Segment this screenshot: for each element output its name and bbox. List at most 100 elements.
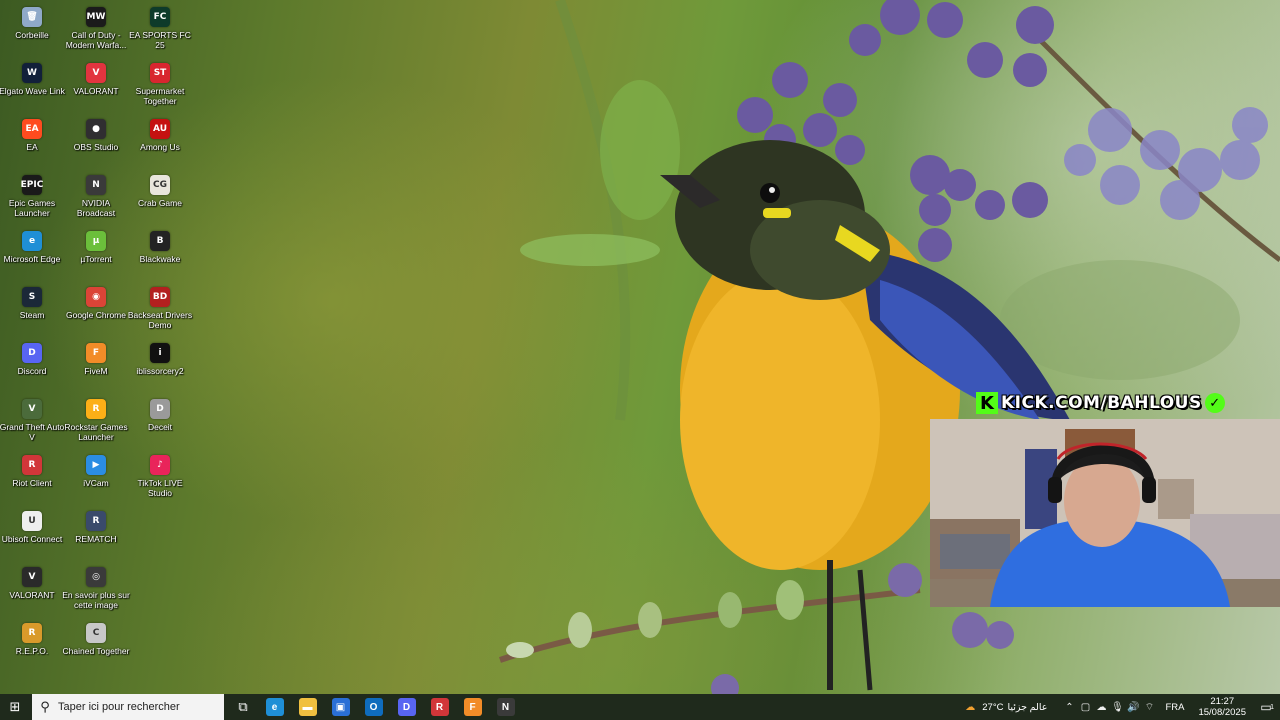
- desktop-shortcut[interactable]: 🗑 Corbeille: [0, 2, 64, 58]
- taskbar-nvidia-app[interactable]: N: [489, 694, 522, 720]
- app-icon: V: [22, 567, 42, 587]
- desktop-shortcut-label: Epic Games Launcher: [8, 198, 56, 218]
- fivem-app-icon: F: [463, 698, 482, 716]
- desktop-shortcut[interactable]: BD Backseat Drivers Demo: [128, 282, 192, 338]
- tray-app-icon[interactable]: ▢: [1077, 702, 1093, 713]
- app-icon: EA: [22, 119, 42, 139]
- app-icon: 🗑: [22, 7, 42, 27]
- task-view-button[interactable]: ⧉: [228, 694, 258, 720]
- app-icon: ◎: [86, 567, 106, 587]
- desktop-shortcut[interactable]: F FiveM: [64, 338, 128, 394]
- taskbar-riot-app[interactable]: R: [423, 694, 456, 720]
- desktop-shortcut[interactable]: EPIC Epic Games Launcher: [0, 170, 64, 226]
- desktop-shortcut[interactable]: e Microsoft Edge: [0, 226, 64, 282]
- desktop-shortcut[interactable]: ◎ En savoir plus sur cette image: [62, 562, 130, 618]
- network-icon[interactable]: ⌔: [1141, 701, 1157, 714]
- taskbar-discord-app[interactable]: D: [390, 694, 423, 720]
- nvidia-app-icon: N: [496, 698, 515, 716]
- desktop-shortcut[interactable]: U Ubisoft Connect: [0, 506, 64, 562]
- webcam-overlay: [930, 419, 1280, 607]
- desktop-shortcut[interactable]: EA EA: [0, 114, 64, 170]
- onedrive-icon[interactable]: ☁: [1093, 702, 1109, 713]
- desktop-shortcut[interactable]: AU Among Us: [128, 114, 192, 170]
- weather-temperature[interactable]: 27°C: [982, 702, 1003, 713]
- outlook-app-icon: O: [364, 698, 383, 716]
- desktop-shortcut[interactable]: D Discord: [0, 338, 64, 394]
- desktop-shortcut[interactable]: ◉ Google Chrome: [64, 282, 128, 338]
- weather-icon[interactable]: ☁: [962, 702, 978, 713]
- webcam-feed-image: [930, 419, 1280, 607]
- taskbar-file-explorer-app[interactable]: ▬: [291, 694, 324, 720]
- desktop-shortcut[interactable]: CG Crab Game: [128, 170, 192, 226]
- app-icon: ▶: [86, 455, 106, 475]
- desktop-shortcut-label: Elgato Wave Link: [0, 86, 65, 96]
- desktop-shortcut[interactable]: µ µTorrent: [64, 226, 128, 282]
- taskbar-fivem-app[interactable]: F: [456, 694, 489, 720]
- notification-center-button[interactable]: ▭ 1: [1252, 700, 1280, 714]
- desktop-shortcut-label: Microsoft Edge: [3, 254, 61, 264]
- microphone-icon[interactable]: 🎙: [1109, 702, 1125, 713]
- clock-date: 15/08/2025: [1198, 707, 1246, 718]
- desktop-shortcut[interactable]: R Rockstar Games Launcher: [64, 394, 128, 450]
- desktop-shortcut[interactable]: ♪ TikTok LIVE Studio: [128, 450, 192, 506]
- desktop-shortcut-label: Steam: [19, 310, 45, 320]
- desktop-shortcut[interactable]: MW Call of Duty - Modern Warfa...: [64, 2, 128, 58]
- desktop-shortcut[interactable]: C Chained Together: [63, 618, 129, 674]
- desktop-shortcut[interactable]: D Deceit: [128, 394, 192, 450]
- show-hidden-icons-chevron-icon[interactable]: ⌃: [1061, 702, 1077, 713]
- notification-count: 1: [1270, 704, 1274, 711]
- desktop-shortcut[interactable]: R Riot Client: [0, 450, 64, 506]
- clock[interactable]: 21:27 15/08/2025: [1198, 696, 1246, 718]
- desktop-shortcut[interactable]: V VALORANT: [0, 562, 64, 618]
- desktop-shortcut[interactable]: R REMATCH: [64, 506, 128, 562]
- app-icon: ST: [150, 63, 170, 83]
- app-icon: µ: [86, 231, 106, 251]
- desktop-shortcut[interactable]: FC EA SPORTS FC 25: [128, 2, 192, 58]
- weather-description[interactable]: عالم جزئيا: [1008, 702, 1048, 713]
- desktop-shortcut-label: Crab Game: [138, 198, 182, 208]
- app-icon: B: [150, 231, 170, 251]
- language-indicator[interactable]: FRA: [1165, 702, 1184, 713]
- desktop-shortcut-label: Backseat Drivers Demo: [127, 310, 193, 330]
- desktop-shortcut-label: REMATCH: [75, 534, 117, 544]
- desktop-shortcut[interactable]: S Steam: [0, 282, 64, 338]
- desktop-shortcut-label: iblissorcery2: [136, 366, 184, 376]
- desktop-shortcut-label: Blackwake: [139, 254, 181, 264]
- taskbar-search-box[interactable]: ⚲ Taper ici pour rechercher: [32, 694, 224, 720]
- app-icon: e: [22, 231, 42, 251]
- desktop-shortcut-label: iVCam: [83, 478, 109, 488]
- app-icon: V: [22, 399, 42, 419]
- taskbar-pinned-apps: e ▬ ▣ O D R F N: [258, 694, 522, 720]
- desktop-shortcut[interactable]: i iblissorcery2: [128, 338, 192, 394]
- desktop-shortcut[interactable]: R R.E.P.O.: [0, 618, 64, 674]
- speaker-icon[interactable]: 🔊: [1125, 702, 1141, 713]
- desktop-shortcut-label: Supermarket Together: [135, 86, 185, 106]
- app-icon: F: [86, 343, 106, 363]
- desktop-shortcut[interactable]: ST Supermarket Together: [128, 58, 192, 114]
- desktop-shortcut-label: FiveM: [84, 366, 108, 376]
- desktop-shortcut-label: Grand Theft Auto V: [0, 422, 65, 442]
- app-icon: S: [22, 287, 42, 307]
- desktop-shortcut-label: EA: [26, 142, 38, 152]
- desktop-shortcut-label: Ubisoft Connect: [1, 534, 63, 544]
- taskbar-edge-app[interactable]: e: [258, 694, 291, 720]
- edge-app-icon: e: [265, 698, 284, 716]
- app-icon: R: [86, 511, 106, 531]
- kick-url-text: KICK.COM/BAHLOUS: [1001, 393, 1202, 413]
- desktop-shortcut-label: Deceit: [147, 422, 173, 432]
- kick-logo-icon: K: [976, 392, 998, 414]
- desktop-shortcut-label: Call of Duty - Modern Warfa...: [65, 30, 127, 50]
- desktop-shortcut[interactable]: B Blackwake: [128, 226, 192, 282]
- desktop-shortcut-label: VALORANT: [73, 86, 119, 96]
- start-button[interactable]: ⊞: [0, 694, 30, 720]
- desktop-shortcut[interactable]: W Elgato Wave Link: [0, 58, 65, 114]
- desktop-shortcut[interactable]: ▶ iVCam: [64, 450, 128, 506]
- desktop-shortcut-label: En savoir plus sur cette image: [62, 590, 130, 610]
- desktop-shortcut[interactable]: V VALORANT: [64, 58, 128, 114]
- desktop-shortcut[interactable]: V Grand Theft Auto V: [0, 394, 64, 450]
- desktop-shortcut[interactable]: N NVIDIA Broadcast: [64, 170, 128, 226]
- taskbar-store-app[interactable]: ▣: [324, 694, 357, 720]
- taskbar-outlook-app[interactable]: O: [357, 694, 390, 720]
- desktop-shortcut-label: Corbeille: [15, 30, 49, 40]
- desktop-shortcut[interactable]: ● OBS Studio: [64, 114, 128, 170]
